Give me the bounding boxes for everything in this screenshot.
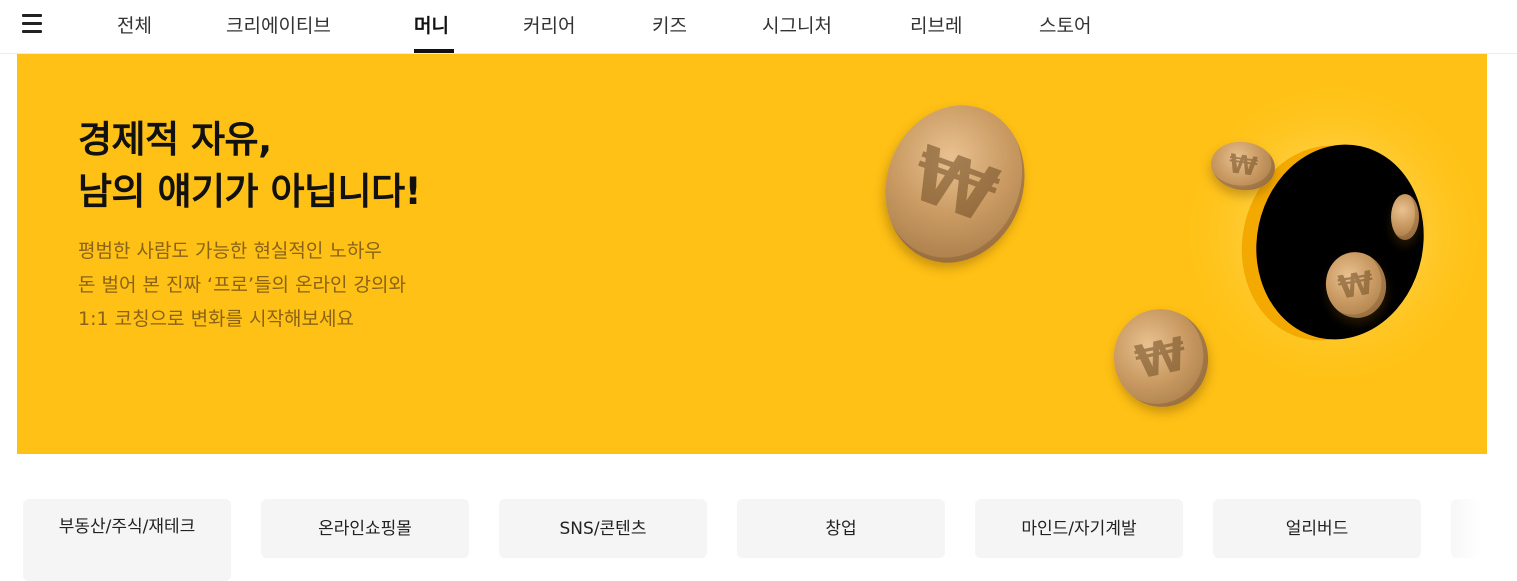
tab-career[interactable]: 커리어 (523, 11, 575, 38)
hero-banner[interactable]: 경제적 자유, 남의 얘기가 아닙니다! 평범한 사람도 가능한 현실적인 노하… (17, 54, 1487, 454)
hero-subtitle-line-1: 평범한 사람도 가능한 현실적인 노하우 (78, 240, 382, 262)
hero-title-line-1: 경제적 자유, (78, 118, 272, 161)
won-coin-icon (1391, 194, 1419, 240)
tab-store[interactable]: 스토어 (1039, 11, 1091, 38)
category-startup[interactable]: 창업 (737, 499, 945, 558)
tab-all[interactable]: 전체 (117, 11, 152, 38)
category-mind-selfdev[interactable]: 마인드/자기계발 (975, 499, 1183, 558)
hero-subtitle: 평범한 사람도 가능한 현실적인 노하우 돈 벌어 본 진짜 ‘프로’들의 온라… (78, 234, 406, 336)
tab-kids[interactable]: 키즈 (652, 11, 687, 38)
hero-title-line-2: 남의 얘기가 아닙니다! (78, 170, 422, 213)
category-next-chip-fade[interactable] (1451, 499, 1481, 558)
won-coin-icon: ₩ (1104, 300, 1218, 416)
category-early-bird[interactable]: 얼리버드 (1213, 499, 1421, 558)
top-nav: 전체 크리에이티브 머니 커리어 키즈 시그니처 리브레 스토어 (0, 0, 1517, 54)
hamburger-menu-icon[interactable] (22, 14, 44, 34)
category-sns-content[interactable]: SNS/콘텐츠 (499, 499, 707, 558)
active-tab-indicator (414, 49, 454, 53)
tab-creative[interactable]: 크리에이티브 (226, 11, 331, 38)
won-coin-icon: ₩ (863, 85, 1047, 283)
hero-title: 경제적 자유, 남의 얘기가 아닙니다! (78, 114, 422, 218)
category-online-shop[interactable]: 온라인쇼핑몰 (261, 499, 469, 558)
tab-signature[interactable]: 시그니처 (762, 11, 832, 38)
category-realestate-stocks[interactable]: 부동산/주식/재테크 (23, 499, 231, 581)
tab-libre[interactable]: 리브레 (910, 11, 962, 38)
hero-subtitle-line-2: 돈 벌어 본 진짜 ‘프로’들의 온라인 강의와 (78, 274, 406, 296)
hero-subtitle-line-3: 1:1 코칭으로 변화를 시작해보세요 (78, 308, 354, 330)
tab-money[interactable]: 머니 (414, 11, 449, 38)
